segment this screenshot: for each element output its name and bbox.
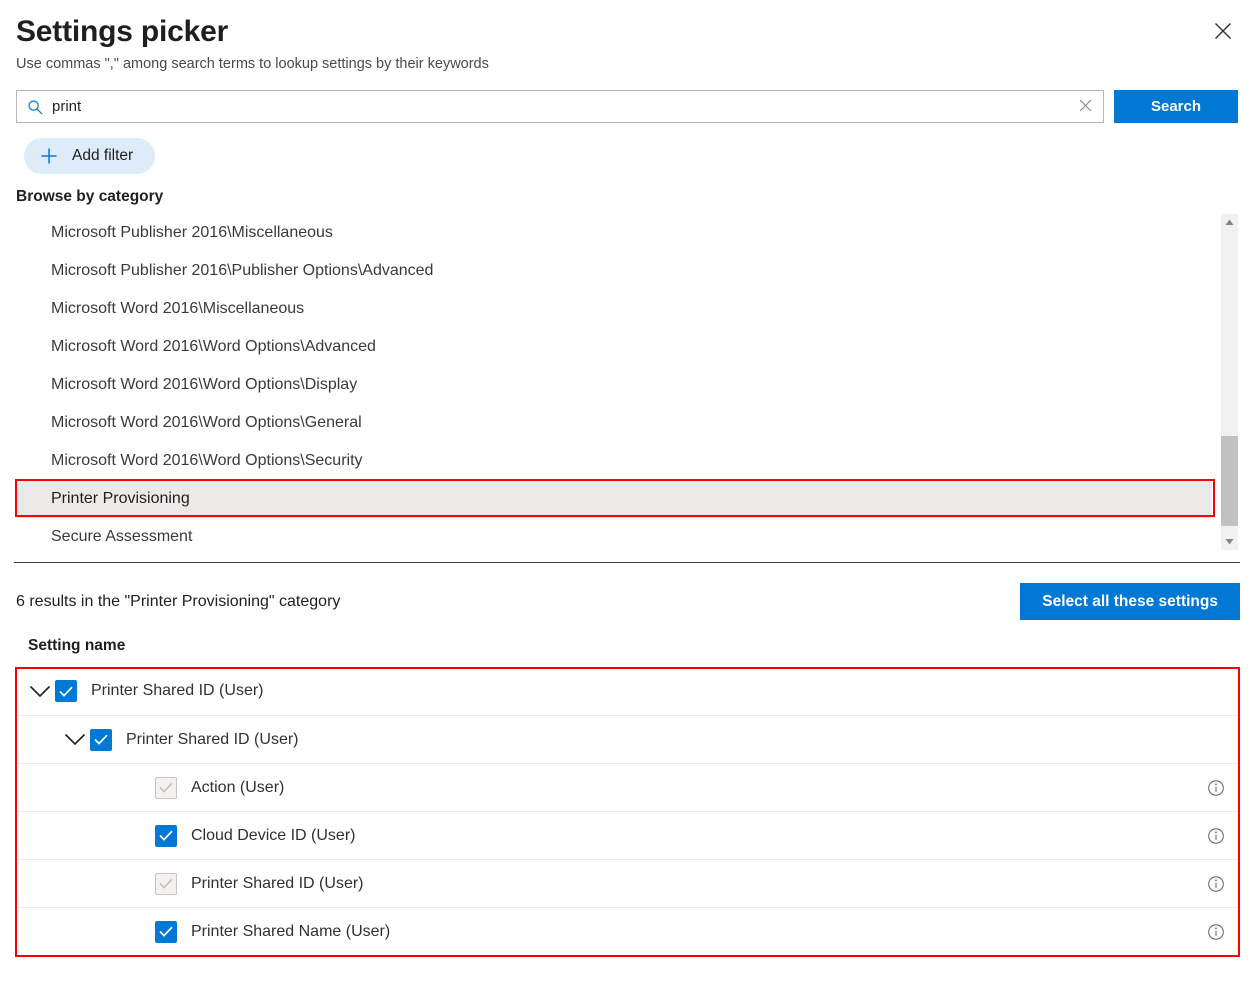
close-icon [1213,21,1233,41]
scroll-down-arrow-icon[interactable] [1221,533,1238,550]
settings-tree-row[interactable]: Cloud Device ID (User) [15,811,1240,859]
setting-name-label: Action (User) [191,779,1206,797]
results-header-row: 6 results in the "Printer Provisioning" … [16,583,1240,620]
browse-by-category-heading: Browse by category [16,188,1254,206]
checkbox-checked[interactable] [155,921,177,943]
category-item[interactable]: Microsoft Publisher 2016\Publisher Optio… [16,252,1212,290]
category-item[interactable]: Microsoft Word 2016\Word Options\Display [16,366,1212,404]
scroll-up-arrow-icon[interactable] [1221,214,1238,231]
settings-tree-row[interactable]: Printer Shared ID (User) [15,715,1240,763]
search-row: Search [16,90,1238,123]
info-icon[interactable] [1206,922,1226,942]
clear-search-button[interactable] [1076,98,1095,116]
category-scrollbar[interactable] [1221,214,1238,550]
info-icon-placeholder [1206,681,1226,701]
settings-tree-row[interactable]: Printer Shared Name (User) [15,907,1240,955]
add-filter-button[interactable]: Add filter [24,138,155,174]
category-item[interactable]: Microsoft Word 2016\Word Options\General [16,404,1212,442]
filter-row: Add filter [24,138,1254,174]
setting-name-label: Printer Shared ID (User) [126,731,1206,749]
category-panel: Microsoft Publisher 2016\MiscellaneousMi… [16,214,1238,550]
category-item[interactable]: Microsoft Word 2016\Word Options\Securit… [16,442,1212,480]
category-item[interactable]: Secure Assessment [16,518,1212,550]
settings-tree-row[interactable]: Printer Shared ID (User) [15,859,1240,907]
category-item-selected[interactable]: Printer Provisioning [16,480,1212,518]
settings-tree-row[interactable]: Action (User) [15,763,1240,811]
search-button[interactable]: Search [1114,90,1238,123]
search-box[interactable] [16,90,1104,123]
settings-tree-row[interactable]: Printer Shared ID (User) [15,667,1240,715]
scrollbar-thumb[interactable] [1221,436,1238,526]
chevron-down-icon[interactable] [60,733,90,746]
column-header-setting-name: Setting name [28,637,1254,655]
checkbox-disabled [155,873,177,895]
info-icon-placeholder [1206,730,1226,750]
select-all-settings-button[interactable]: Select all these settings [1020,583,1240,620]
section-divider [14,562,1240,563]
setting-name-label: Printer Shared ID (User) [91,682,1206,700]
settings-tree-wrapper: Printer Shared ID (User) Printer Shared I… [15,667,1240,955]
dialog-header: Settings picker Use commas "," among sea… [0,0,1254,74]
category-list[interactable]: Microsoft Publisher 2016\MiscellaneousMi… [16,214,1212,550]
category-item[interactable]: Microsoft Publisher 2016\Miscellaneous [16,214,1212,252]
setting-name-label: Cloud Device ID (User) [191,827,1206,845]
page-subtitle: Use commas "," among search terms to loo… [16,54,1238,74]
checkbox-checked[interactable] [55,680,77,702]
search-input[interactable] [52,91,1076,122]
chevron-down-icon[interactable] [25,685,55,698]
results-count: 6 results in the "Printer Provisioning" … [16,593,340,611]
info-icon[interactable] [1206,826,1226,846]
checkbox-disabled [155,777,177,799]
info-icon[interactable] [1206,778,1226,798]
category-item[interactable]: Microsoft Word 2016\Miscellaneous [16,290,1212,328]
setting-name-label: Printer Shared ID (User) [191,875,1206,893]
close-icon [1078,98,1093,116]
checkbox-checked[interactable] [155,825,177,847]
plus-icon [40,147,58,165]
add-filter-label: Add filter [72,147,133,165]
settings-tree: Printer Shared ID (User) Printer Shared I… [15,667,1240,955]
category-item[interactable]: Microsoft Word 2016\Word Options\Advance… [16,328,1212,366]
close-button[interactable] [1206,14,1240,48]
checkbox-checked[interactable] [90,729,112,751]
info-icon[interactable] [1206,874,1226,894]
page-title: Settings picker [16,12,1238,52]
setting-name-label: Printer Shared Name (User) [191,923,1206,941]
search-icon [27,99,43,115]
